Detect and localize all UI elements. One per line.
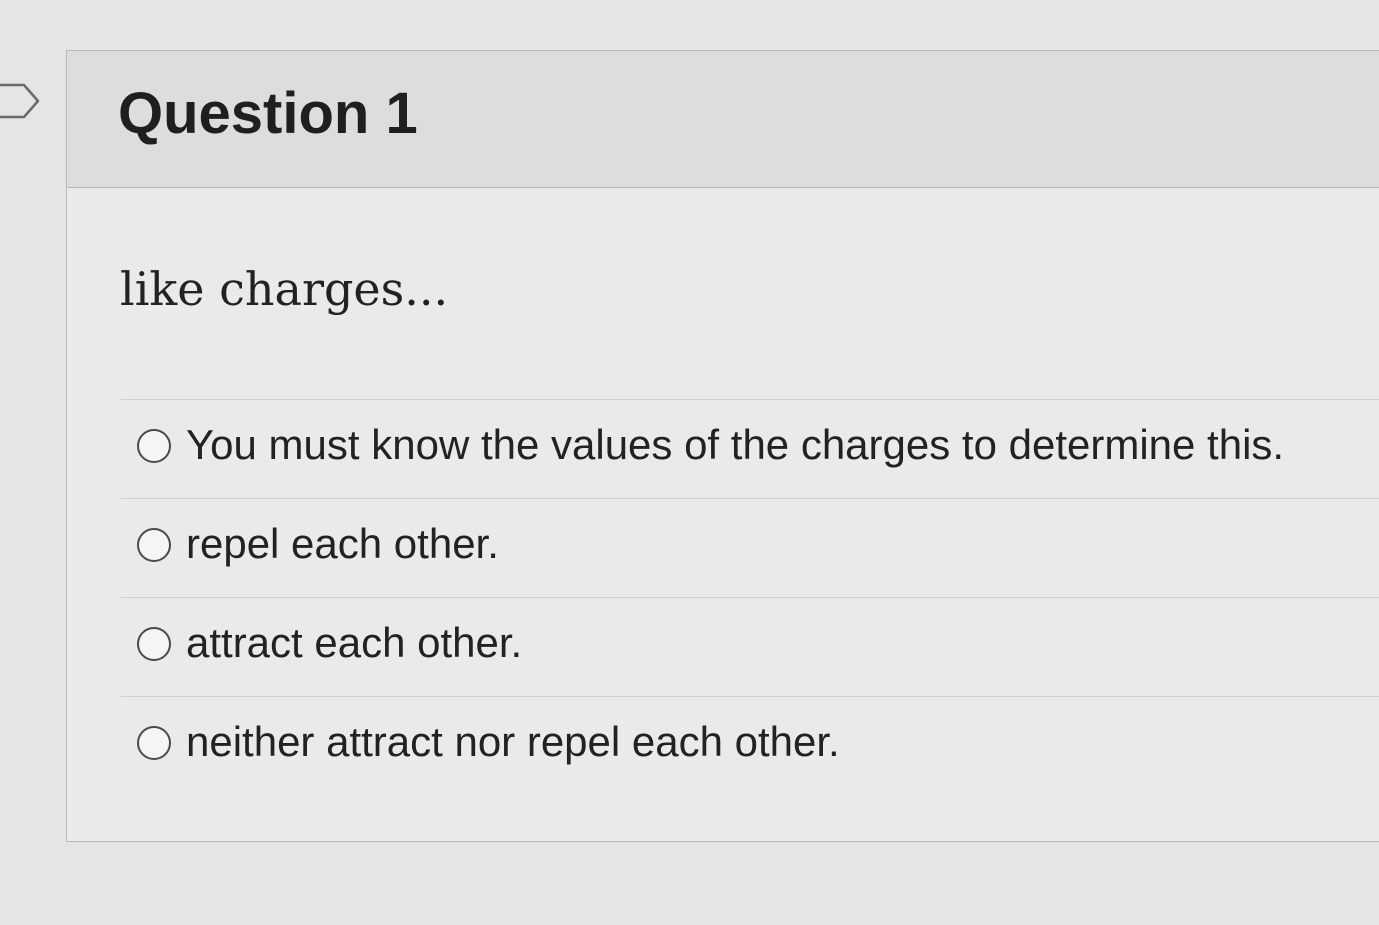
radio-unchecked-icon[interactable]	[137, 627, 171, 661]
answer-label[interactable]: You must know the values of the charges …	[186, 418, 1284, 472]
answer-label[interactable]: repel each other.	[186, 517, 499, 571]
radio-unchecked-icon[interactable]	[137, 726, 171, 760]
radio-unchecked-icon[interactable]	[137, 429, 171, 463]
radio-unchecked-icon[interactable]	[137, 528, 171, 562]
answer-option-2[interactable]: repel each other.	[121, 498, 1379, 597]
question-prompt: like charges...	[120, 262, 449, 316]
answer-label[interactable]: attract each other.	[186, 616, 522, 670]
answer-label[interactable]: neither attract nor repel each other.	[186, 715, 840, 769]
answer-list: You must know the values of the charges …	[121, 399, 1379, 795]
question-title: Question 1	[118, 81, 418, 146]
answer-option-3[interactable]: attract each other.	[121, 597, 1379, 696]
question-card: Question 1 like charges... You must know…	[66, 50, 1379, 842]
question-header: Question 1	[67, 51, 1379, 188]
answer-option-4[interactable]: neither attract nor repel each other.	[121, 696, 1379, 795]
flag-question-icon[interactable]	[0, 82, 42, 120]
answer-option-1[interactable]: You must know the values of the charges …	[121, 399, 1379, 498]
